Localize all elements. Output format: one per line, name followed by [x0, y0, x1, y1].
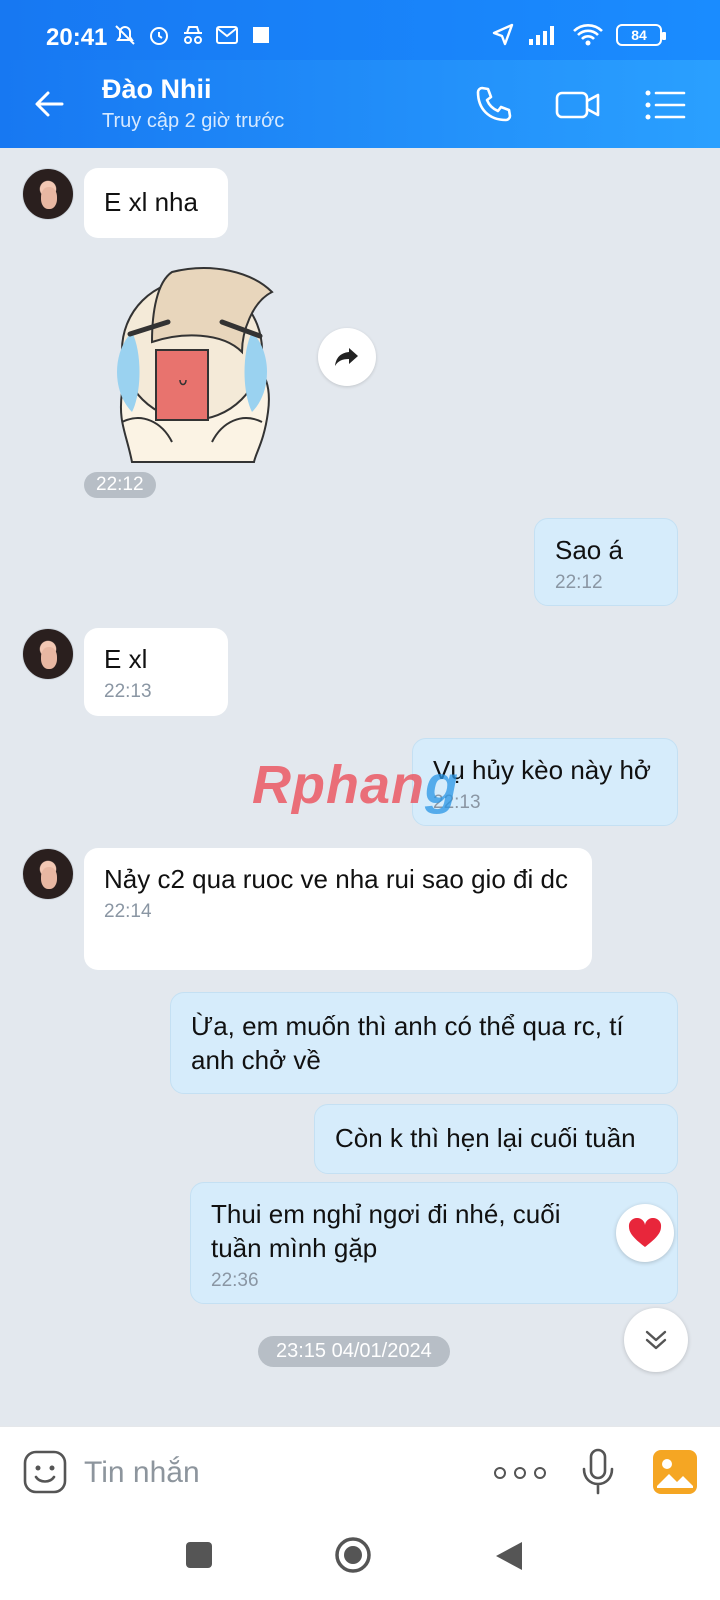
contact-status: Truy cập 2 giờ trước — [102, 110, 285, 132]
mute-icon — [112, 22, 138, 48]
incognito-icon — [180, 22, 206, 48]
forward-button[interactable] — [318, 328, 376, 386]
image-picker-button[interactable] — [652, 1449, 698, 1495]
message-time: 22:12 — [84, 472, 156, 498]
scroll-to-bottom-button[interactable] — [624, 1308, 688, 1372]
status-time: 20:41 — [46, 24, 108, 51]
recents-button[interactable] — [184, 1540, 214, 1575]
message-time: 22:14 — [104, 901, 152, 922]
status-icons-left — [112, 22, 274, 48]
message-time: 22:36 — [211, 1270, 259, 1291]
status-bar: 20:41 84 — [0, 0, 720, 60]
menu-button[interactable] — [642, 82, 688, 128]
status-icons-right: 84 — [490, 22, 666, 48]
video-call-icon — [555, 91, 600, 119]
triangle-back-icon — [496, 1542, 522, 1570]
date-separator: 23:15 04/01/2024 — [258, 1336, 450, 1367]
avatar[interactable] — [22, 848, 74, 900]
message-text: Ừa, em muốn thì anh có thể qua rc, tí an… — [191, 1011, 624, 1075]
video-call-button[interactable] — [554, 82, 600, 128]
message-bubble-outgoing[interactable]: Thui em nghỉ ngơi đi nhé, cuối tuần mình… — [190, 1182, 678, 1304]
home-button[interactable] — [334, 1536, 372, 1579]
watermark-text: Rphan — [252, 755, 425, 815]
message-text: Còn k thì hẹn lại cuối tuần — [335, 1123, 636, 1153]
message-text: Nảy c2 qua ruoc ve nha rui sao gio đi dc — [104, 864, 568, 894]
double-chevron-down-icon — [645, 1330, 667, 1350]
avatar[interactable] — [22, 168, 74, 220]
contact-name[interactable]: Đào Nhii — [102, 74, 212, 105]
back-button[interactable] — [28, 82, 72, 126]
battery-level: 84 — [631, 27, 647, 43]
more-options-button[interactable] — [494, 1455, 546, 1491]
square-icon — [248, 22, 274, 48]
watermark-text-accent: g — [425, 755, 459, 815]
dot-icon — [494, 1467, 506, 1479]
microphone-icon — [582, 1448, 614, 1495]
reaction-button[interactable] — [616, 1204, 674, 1262]
phone-icon — [476, 86, 512, 122]
dot-icon — [514, 1467, 526, 1479]
message-text: E xl — [104, 644, 148, 674]
back-arrow-icon — [35, 91, 64, 117]
heart-icon — [628, 1218, 662, 1247]
message-time: 22:13 — [433, 792, 481, 813]
message-input[interactable] — [84, 1447, 464, 1499]
location-icon — [492, 23, 514, 46]
message-bubble-incoming[interactable]: E xl nha — [84, 168, 228, 238]
message-text: Sao á — [555, 535, 623, 565]
wifi-icon — [573, 24, 603, 46]
voice-message-button[interactable] — [578, 1447, 618, 1497]
message-text: Thui em nghỉ ngơi đi nhé, cuối tuần mình… — [211, 1199, 561, 1263]
back-nav-button[interactable] — [494, 1540, 524, 1577]
crying-sticker[interactable] — [92, 262, 302, 472]
avatar[interactable] — [22, 628, 74, 680]
message-bubble-outgoing[interactable]: Sao á 22:12 — [534, 518, 678, 606]
chat-area[interactable]: E xl nha 22:12 Sao á 22:12 E xl 22:13 Vụ… — [0, 148, 720, 1426]
menu-icon — [645, 90, 686, 120]
message-bubble-outgoing[interactable]: Ừa, em muốn thì anh có thể qua rc, tí an… — [170, 992, 678, 1094]
battery-icon: 84 — [616, 24, 666, 46]
alarm-icon — [146, 22, 172, 48]
square-nav-icon — [186, 1542, 212, 1568]
circle-nav-icon — [335, 1537, 371, 1573]
message-bubble-incoming[interactable]: Nảy c2 qua ruoc ve nha rui sao gio đi dc… — [84, 848, 592, 970]
message-input-bar — [0, 1426, 720, 1518]
share-arrow-icon — [335, 348, 358, 366]
voice-call-button[interactable] — [470, 82, 516, 128]
message-bubble-outgoing[interactable]: Còn k thì hẹn lại cuối tuần — [314, 1104, 678, 1174]
emoji-icon — [23, 1450, 67, 1494]
message-time: 22:12 — [555, 572, 603, 593]
watermark-logo: Rphang — [252, 754, 459, 816]
message-bubble-incoming[interactable]: E xl 22:13 — [84, 628, 228, 716]
message-text: Vụ hủy kèo này hở — [433, 755, 651, 785]
message-time: 22:13 — [104, 681, 152, 702]
message-text: E xl nha — [104, 187, 198, 217]
signal-icon — [529, 26, 554, 45]
chat-header: Đào Nhii Truy cập 2 giờ trước — [0, 60, 720, 148]
mail-icon — [214, 22, 240, 48]
emoji-button[interactable] — [22, 1449, 68, 1495]
crying-face-icon — [117, 267, 274, 463]
dot-icon — [534, 1467, 546, 1479]
image-icon — [653, 1450, 697, 1494]
system-nav-bar — [0, 1518, 720, 1600]
